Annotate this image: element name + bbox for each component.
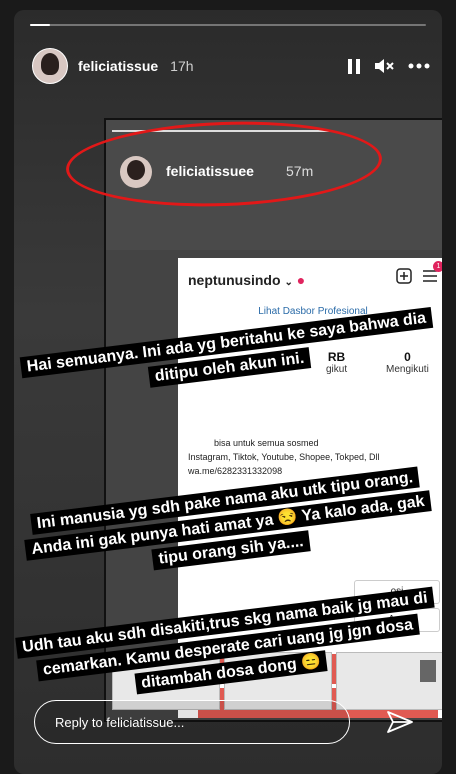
avatar[interactable] — [32, 48, 68, 84]
story-progress-fill — [30, 24, 50, 26]
story-username[interactable]: feliciatissue — [78, 58, 158, 74]
pause-icon[interactable] — [348, 58, 360, 74]
add-icon — [396, 268, 412, 284]
story-controls — [348, 57, 430, 75]
embedded-profile-icons: 1 — [396, 261, 442, 289]
story-header: feliciatissue 17h — [32, 46, 430, 86]
notification-badge: 1 — [433, 261, 442, 272]
send-icon[interactable] — [386, 708, 414, 741]
menu-icon: 1 — [422, 261, 442, 289]
story-viewer[interactable]: feliciatissue 17h feliciatissuee 57m nep… — [14, 10, 442, 774]
embedded-account-name: neptunusindo ⌄ ● — [188, 272, 306, 288]
embedded-next-arrow — [420, 660, 436, 682]
reply-input[interactable]: Reply to feliciatissue... — [34, 700, 350, 744]
mute-icon[interactable] — [374, 57, 394, 75]
more-options-icon[interactable] — [408, 63, 430, 69]
story-progress-bar — [30, 24, 426, 26]
story-timestamp: 17h — [170, 58, 194, 74]
